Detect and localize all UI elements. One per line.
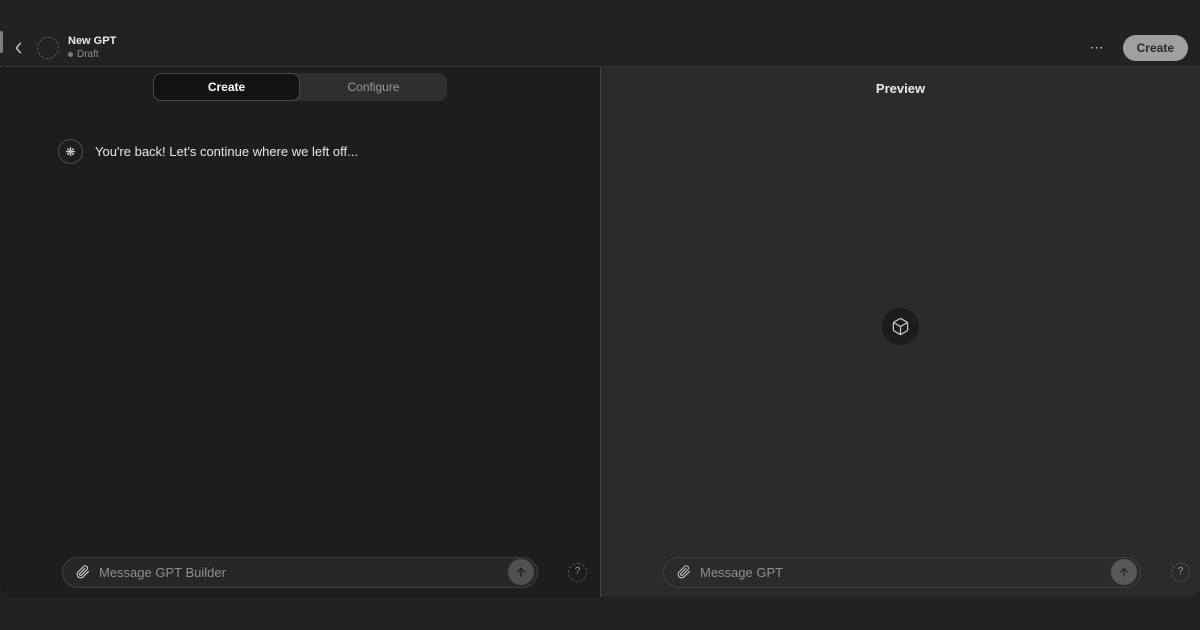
more-options-button[interactable]: ⋯	[1082, 35, 1113, 60]
gpt-status: Draft	[68, 49, 116, 61]
assistant-message-row: ❋ You're back! Let's continue where we l…	[58, 139, 576, 164]
paperclip-icon	[677, 565, 691, 579]
attach-file-button[interactable]	[677, 565, 691, 579]
scrollbar-thumb[interactable]	[0, 31, 3, 53]
builder-composer[interactable]	[62, 557, 538, 588]
gpt-avatar-placeholder[interactable]	[37, 37, 59, 59]
draft-label: Draft	[77, 49, 99, 61]
preview-panel: Preview	[600, 67, 1200, 597]
gpt-placeholder-badge	[882, 308, 919, 345]
openai-logo-icon: ❋	[58, 139, 83, 164]
paperclip-icon	[76, 565, 90, 579]
send-button[interactable]	[1111, 559, 1137, 585]
gpt-name: New GPT	[68, 35, 116, 48]
preview-empty-state	[601, 96, 1200, 556]
preview-title: Preview	[601, 81, 1200, 96]
builder-composer-row: ?	[62, 556, 587, 588]
builder-message-input[interactable]	[99, 565, 508, 580]
help-button[interactable]: ?	[1171, 563, 1190, 582]
chevron-left-icon	[11, 40, 27, 56]
preview-composer-row: ?	[663, 556, 1190, 588]
main-content: Create Configure ❋ You're back! Let's co…	[0, 67, 1200, 597]
arrow-up-icon	[1117, 565, 1131, 579]
builder-tabs: Create Configure	[153, 73, 447, 101]
help-button[interactable]: ?	[568, 563, 587, 582]
tab-create[interactable]: Create	[153, 73, 300, 101]
preview-message-input[interactable]	[700, 565, 1111, 580]
assistant-message-text: You're back! Let's continue where we lef…	[95, 144, 358, 159]
builder-panel: Create Configure ❋ You're back! Let's co…	[0, 67, 600, 597]
tab-configure[interactable]: Configure	[300, 73, 447, 101]
ellipsis-icon: ⋯	[1090, 39, 1105, 55]
arrow-up-icon	[514, 565, 528, 579]
preview-composer[interactable]	[663, 557, 1141, 588]
create-gpt-button[interactable]: Create	[1123, 35, 1188, 61]
draft-dot-icon	[68, 52, 73, 57]
header: New GPT Draft ⋯ Create	[0, 0, 1200, 67]
back-button[interactable]	[8, 36, 30, 60]
gpt-title-block: New GPT Draft	[68, 35, 116, 60]
box-cube-icon	[891, 317, 910, 336]
send-button[interactable]	[508, 559, 534, 585]
attach-file-button[interactable]	[76, 565, 90, 579]
